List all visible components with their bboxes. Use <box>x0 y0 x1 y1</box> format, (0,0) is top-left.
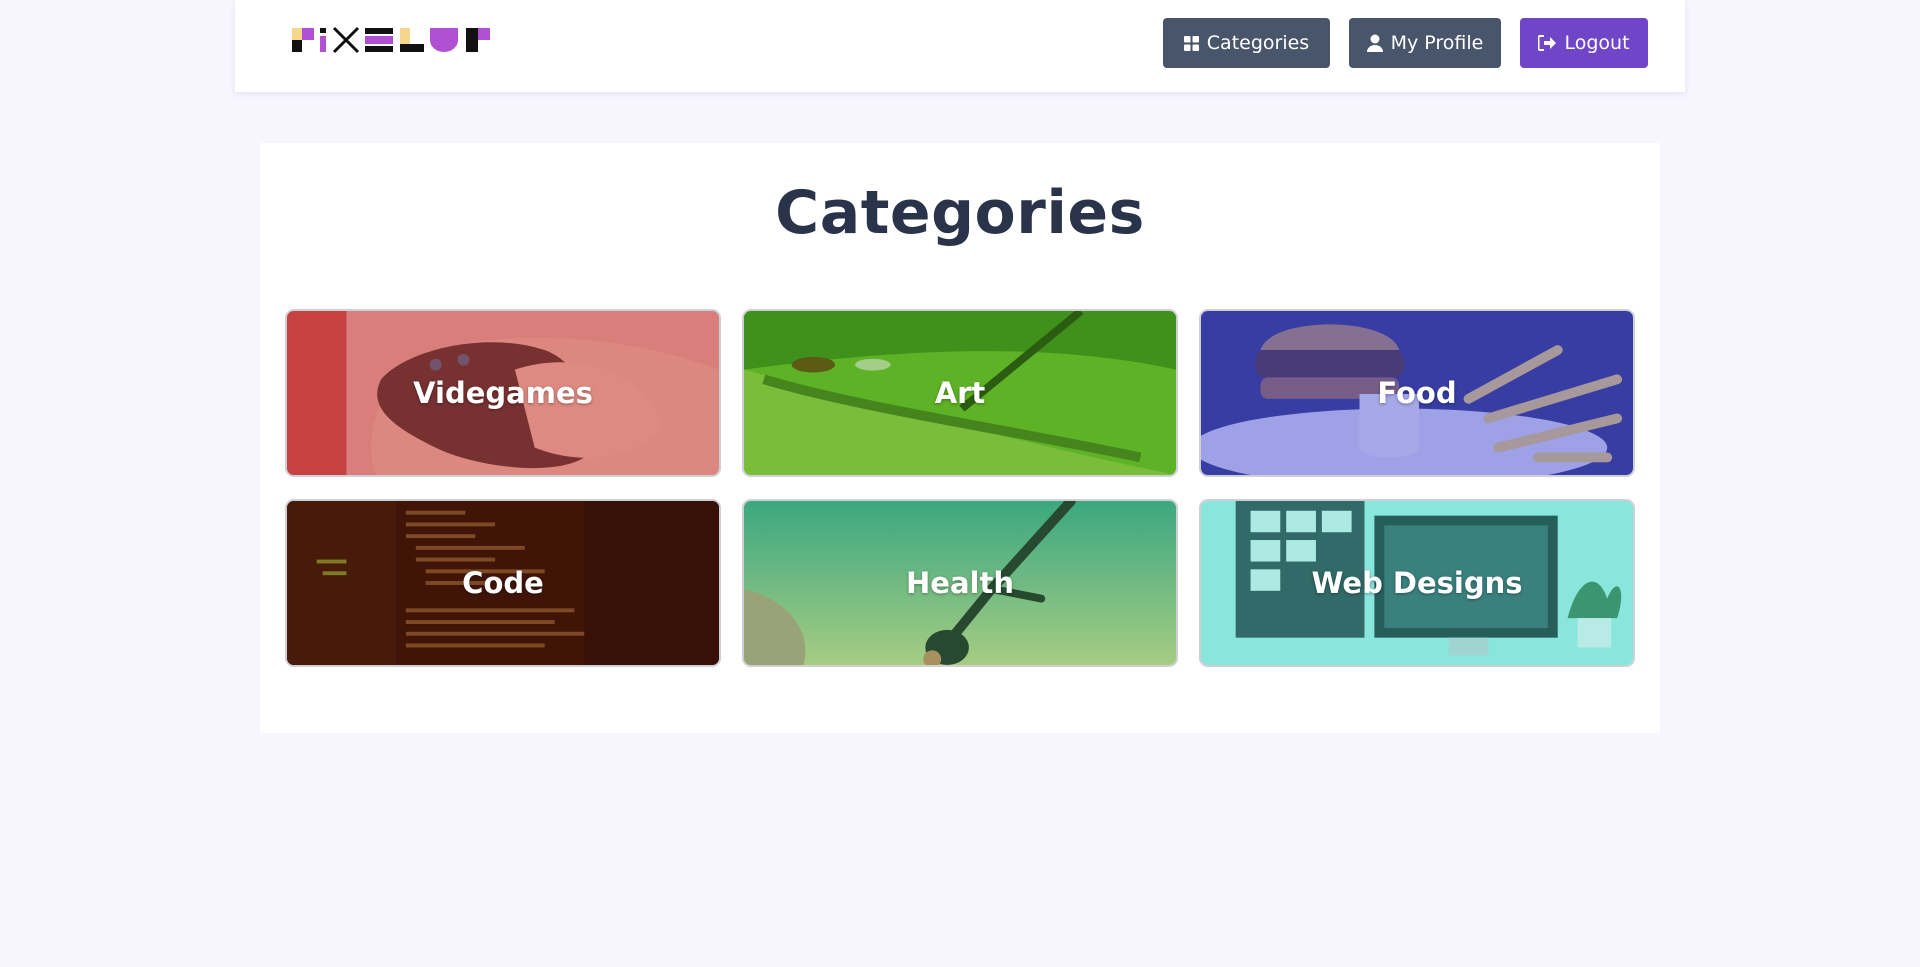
category-label: Web Designs <box>1311 566 1523 600</box>
grid-icon <box>1183 35 1199 51</box>
category-card-code[interactable]: Code <box>285 499 721 667</box>
categories-panel: Categories Videgames Art Food Code Healt… <box>260 143 1660 733</box>
category-label: Art <box>934 376 986 410</box>
logout-button[interactable]: Logout <box>1520 18 1648 68</box>
top-navbar: Categories My Profile Logout <box>235 0 1685 92</box>
my-profile-button[interactable]: My Profile <box>1349 18 1501 68</box>
categories-button-label: Categories <box>1206 32 1310 54</box>
my-profile-button-label: My Profile <box>1390 32 1484 54</box>
category-card-health[interactable]: Health <box>742 499 1178 667</box>
category-card-art[interactable]: Art <box>742 309 1178 477</box>
page-title: Categories <box>775 178 1145 248</box>
logout-button-label: Logout <box>1564 32 1630 54</box>
pixelup-logo[interactable] <box>290 24 510 56</box>
categories-button[interactable]: Categories <box>1163 18 1330 68</box>
category-card-videgames[interactable]: Videgames <box>285 309 721 477</box>
sign-out-icon <box>1538 35 1557 51</box>
category-label: Videgames <box>413 376 593 410</box>
category-card-food[interactable]: Food <box>1199 309 1635 477</box>
category-label: Food <box>1377 376 1457 410</box>
category-label: Code <box>462 566 544 600</box>
category-card-web-designs[interactable]: Web Designs <box>1199 499 1635 667</box>
user-icon <box>1366 34 1383 52</box>
category-label: Health <box>906 566 1014 600</box>
